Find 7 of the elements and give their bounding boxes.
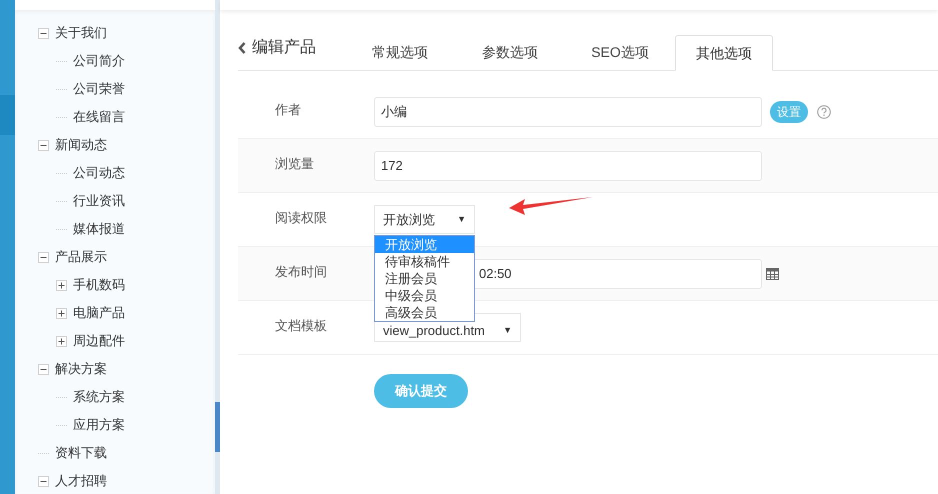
field-label: 阅读权限	[274, 209, 328, 227]
field-label: 发布时间	[274, 263, 328, 281]
caret-icon: ▼	[503, 324, 512, 338]
field-label: 作者	[274, 101, 302, 119]
field-label: 浏览量	[274, 155, 315, 173]
caret-icon: ▼	[457, 212, 466, 226]
field-label: 文档模板	[274, 317, 328, 335]
